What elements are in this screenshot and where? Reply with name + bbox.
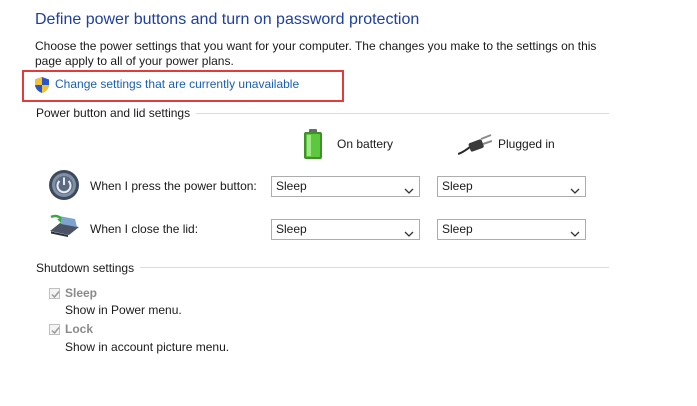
uac-shield-icon bbox=[35, 77, 49, 93]
sleep-checkbox-label: Sleep bbox=[65, 286, 98, 300]
lock-checkbox[interactable] bbox=[49, 324, 60, 335]
page-description: Choose the power settings that you want … bbox=[35, 39, 597, 68]
chevron-down-icon bbox=[570, 182, 580, 194]
chevron-down-icon bbox=[404, 225, 414, 237]
page-title: Define power buttons and turn on passwor… bbox=[35, 11, 420, 28]
battery-icon bbox=[303, 129, 323, 159]
select-value: Sleep bbox=[276, 179, 307, 193]
power-button-battery-select[interactable]: Sleep bbox=[271, 176, 420, 197]
shutdown-group-label: Shutdown settings bbox=[36, 261, 141, 275]
select-value: Sleep bbox=[442, 222, 473, 236]
lid-battery-select[interactable]: Sleep bbox=[271, 219, 420, 240]
power-button-plugged-select[interactable]: Sleep bbox=[437, 176, 586, 197]
power-plug-icon bbox=[457, 134, 493, 156]
laptop-lid-icon bbox=[47, 213, 81, 243]
power-lid-group-label: Power button and lid settings bbox=[36, 106, 197, 120]
sleep-description: Show in Power menu. bbox=[65, 303, 182, 317]
chevron-down-icon bbox=[570, 225, 580, 237]
sleep-checkbox[interactable] bbox=[49, 288, 60, 299]
lid-label: When I close the lid: bbox=[90, 222, 199, 236]
lock-description: Show in account picture menu. bbox=[65, 340, 230, 354]
change-settings-link[interactable]: Change settings that are currently unava… bbox=[55, 77, 299, 91]
select-value: Sleep bbox=[442, 179, 473, 193]
plugged-in-label: Plugged in bbox=[498, 137, 555, 151]
lock-checkbox-label: Lock bbox=[65, 322, 94, 336]
power-button-label: When I press the power button: bbox=[90, 179, 257, 193]
power-button-icon bbox=[48, 169, 80, 201]
chevron-down-icon bbox=[404, 182, 414, 194]
select-value: Sleep bbox=[276, 222, 307, 236]
on-battery-label: On battery bbox=[337, 137, 394, 151]
lid-plugged-select[interactable]: Sleep bbox=[437, 219, 586, 240]
